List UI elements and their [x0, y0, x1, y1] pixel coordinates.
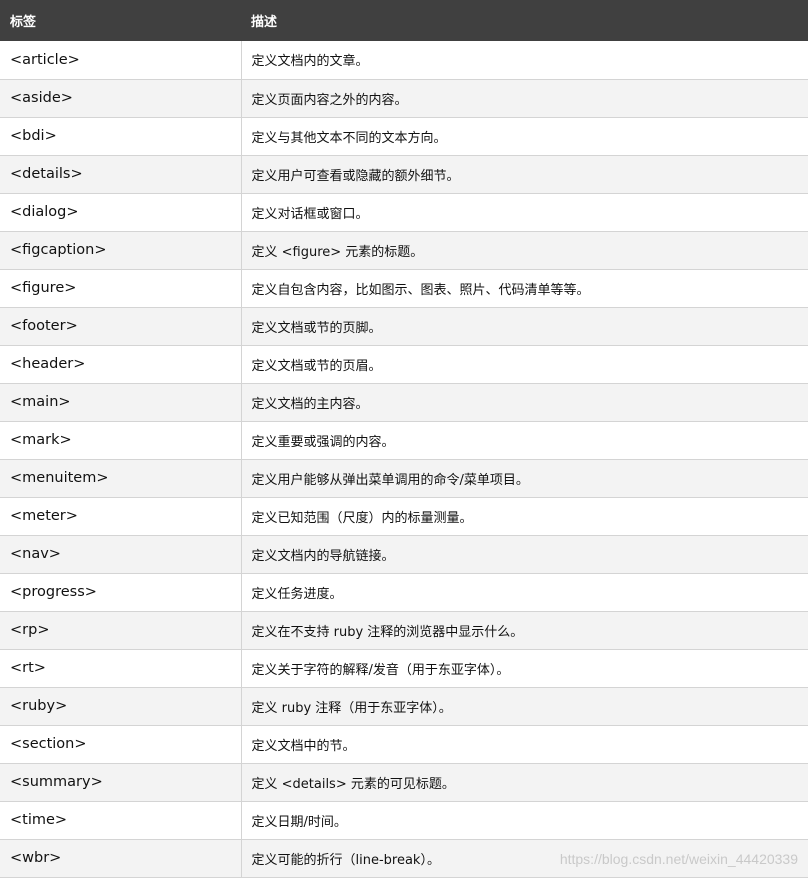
description-cell: 定义对话框或窗口。 — [241, 193, 808, 232]
tag-cell: <dialog> — [0, 193, 242, 232]
tag-cell: <mark> — [0, 421, 242, 460]
description-cell: 定义文档或节的页眉。 — [241, 345, 808, 384]
table-row: <footer> 定义文档或节的页脚。 — [0, 307, 808, 346]
description-cell: 定义文档中的节。 — [241, 725, 808, 764]
tag-cell: <figure> — [0, 269, 242, 308]
table-row: <figcaption> 定义 <figure> 元素的标题。 — [0, 231, 808, 270]
table-row: <menuitem> 定义用户能够从弹出菜单调用的命令/菜单项目。 — [0, 459, 808, 498]
tag-cell: <article> — [0, 41, 242, 80]
table-row: <progress> 定义任务进度。 — [0, 573, 808, 612]
description-cell: 定义文档内的文章。 — [241, 41, 808, 80]
table-row: <header> 定义文档或节的页眉。 — [0, 345, 808, 384]
description-cell: 定义与其他文本不同的文本方向。 — [241, 117, 808, 156]
tag-cell: <header> — [0, 345, 242, 384]
description-cell: 定义已知范围（尺度）内的标量测量。 — [241, 497, 808, 536]
table-row: <wbr> 定义可能的折行（line-break）。 — [0, 839, 808, 878]
table-row: <section> 定义文档中的节。 — [0, 725, 808, 764]
tag-cell: <bdi> — [0, 117, 242, 156]
header-description: 描述 — [251, 15, 278, 30]
tag-cell: <wbr> — [0, 839, 242, 878]
table-row: <article> 定义文档内的文章。 — [0, 41, 808, 80]
table-row: <rt> 定义关于字符的解释/发音（用于东亚字体）。 — [0, 649, 808, 688]
table-row: <figure> 定义自包含内容，比如图示、图表、照片、代码清单等等。 — [0, 269, 808, 308]
header-row: 标签 描述 — [0, 0, 808, 41]
tag-cell: <menuitem> — [0, 459, 242, 498]
description-cell: 定义 <details> 元素的可见标题。 — [241, 763, 808, 802]
description-cell: 定义日期/时间。 — [241, 801, 808, 840]
table-row: <meter> 定义已知范围（尺度）内的标量测量。 — [0, 497, 808, 536]
table-row: <rp> 定义在不支持 ruby 注释的浏览器中显示什么。 — [0, 611, 808, 650]
table-row: <mark> 定义重要或强调的内容。 — [0, 421, 808, 460]
tag-cell: <progress> — [0, 573, 242, 612]
tag-cell: <meter> — [0, 497, 242, 536]
tag-cell: <rp> — [0, 611, 242, 650]
tag-cell: <ruby> — [0, 687, 242, 726]
description-cell: 定义 <figure> 元素的标题。 — [241, 231, 808, 270]
tag-cell: <nav> — [0, 535, 242, 574]
header-tag: 标签 — [10, 15, 37, 30]
description-cell: 定义自包含内容，比如图示、图表、照片、代码清单等等。 — [241, 269, 808, 308]
html5-tags-table: 标签 描述 <article> 定义文档内的文章。 <aside> 定义页面内容之外… — [0, 0, 808, 878]
tag-cell: <main> — [0, 383, 242, 422]
table-row: <bdi> 定义与其他文本不同的文本方向。 — [0, 117, 808, 156]
table-row: <details> 定义用户可查看或隐藏的额外细节。 — [0, 155, 808, 194]
tag-cell: <details> — [0, 155, 242, 194]
description-cell: 定义关于字符的解释/发音（用于东亚字体）。 — [241, 649, 808, 688]
description-cell: 定义可能的折行（line-break）。 — [241, 839, 808, 878]
description-cell: 定义文档内的导航链接。 — [241, 535, 808, 574]
table-row: <time> 定义日期/时间。 — [0, 801, 808, 840]
description-cell: 定义 ruby 注释（用于东亚字体）。 — [241, 687, 808, 726]
description-cell: 定义文档或节的页脚。 — [241, 307, 808, 346]
description-cell: 定义在不支持 ruby 注释的浏览器中显示什么。 — [241, 611, 808, 650]
tag-cell: <figcaption> — [0, 231, 242, 270]
table-row: <summary> 定义 <details> 元素的可见标题。 — [0, 763, 808, 802]
tag-cell: <summary> — [0, 763, 242, 802]
description-cell: 定义重要或强调的内容。 — [241, 421, 808, 460]
table-header: 标签 描述 — [0, 0, 808, 41]
description-cell: 定义用户能够从弹出菜单调用的命令/菜单项目。 — [241, 459, 808, 498]
tag-cell: <aside> — [0, 79, 242, 118]
tag-cell: <rt> — [0, 649, 242, 688]
tag-cell: <section> — [0, 725, 242, 764]
table-row: <nav> 定义文档内的导航链接。 — [0, 535, 808, 574]
table-row: <aside> 定义页面内容之外的内容。 — [0, 79, 808, 118]
description-cell: 定义用户可查看或隐藏的额外细节。 — [241, 155, 808, 194]
table-row: <main> 定义文档的主内容。 — [0, 383, 808, 422]
tag-cell: <time> — [0, 801, 242, 840]
tag-cell: <footer> — [0, 307, 242, 346]
table-row: <ruby> 定义 ruby 注释（用于东亚字体）。 — [0, 687, 808, 726]
description-cell: 定义页面内容之外的内容。 — [241, 79, 808, 118]
description-cell: 定义任务进度。 — [241, 573, 808, 612]
table-body: <article> 定义文档内的文章。 <aside> 定义页面内容之外的内容。 <… — [0, 41, 808, 878]
description-cell: 定义文档的主内容。 — [241, 383, 808, 422]
table-row: <dialog> 定义对话框或窗口。 — [0, 193, 808, 232]
